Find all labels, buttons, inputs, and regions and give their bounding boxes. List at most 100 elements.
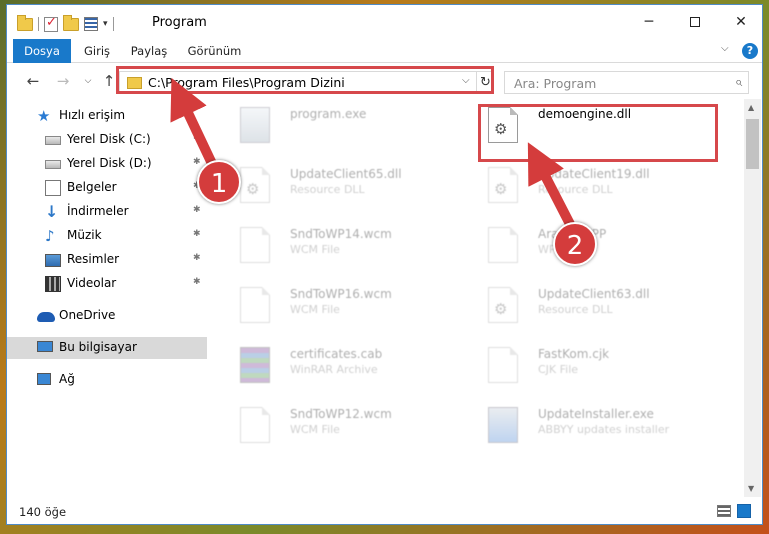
new-folder-icon[interactable] [63, 14, 79, 31]
scrollbar-thumb[interactable] [746, 119, 759, 169]
toolbar-divider [112, 17, 114, 31]
minimize-button[interactable]: ─ [626, 5, 672, 39]
search-icon[interactable]: ⌕ [735, 75, 742, 90]
file-type: ABBYY updates installer [538, 423, 670, 436]
tab-home[interactable]: Giriş [75, 39, 119, 63]
sidebar-item-network[interactable]: Ağ [7, 369, 207, 391]
drive-icon [45, 160, 61, 169]
file-name: UpdateClient65.dll [290, 167, 402, 181]
address-bar-highlight [116, 66, 494, 94]
sidebar-item-pictures[interactable]: Resimler ✱ [7, 249, 207, 271]
file-name: UpdateClient19.dll [538, 167, 650, 181]
file-highlight [478, 104, 718, 162]
sidebar-item-label: Bu bilgisayar [59, 340, 137, 354]
dll-gear-icon: ⚙ [488, 287, 518, 323]
file-name: program.exe [290, 107, 367, 121]
file-item[interactable]: UpdateInstaller.exe ABBYY updates instal… [466, 399, 706, 455]
minimize-icon: ─ [644, 14, 654, 30]
file-type: WinRAR Archive [290, 363, 378, 376]
recent-locations-chevron-icon[interactable]: ⌵ [77, 70, 99, 92]
close-icon: ✕ [735, 14, 747, 30]
document-icon [488, 227, 518, 263]
file-item[interactable]: SndToWP16.wcm WCM File [218, 279, 458, 335]
file-item[interactable]: SndToWP12.wcm WCM File [218, 399, 458, 455]
ribbon-tabs: Dosya Giriş Paylaş Görünüm ⌵ ? [7, 39, 762, 63]
sidebar-item-quick-access[interactable]: ★ Hızlı erişim [7, 105, 207, 127]
file-item[interactable]: ⚙ UpdateClient63.dll Resource DLL [466, 279, 706, 335]
sidebar-item-local-disk-c[interactable]: Yerel Disk (C:) ✱ [7, 129, 207, 151]
sidebar-item-this-pc[interactable]: Bu bilgisayar [7, 337, 207, 359]
file-name: FastKom.cjk [538, 347, 610, 361]
sidebar-item-label: Belgeler [67, 180, 117, 194]
maximize-button[interactable] [672, 5, 718, 39]
document-icon [488, 347, 518, 383]
file-type: CJK File [538, 363, 579, 376]
properties-icon[interactable] [84, 17, 98, 31]
quick-access-toolbar: ▾ [17, 14, 114, 33]
close-button[interactable]: ✕ [718, 5, 762, 39]
file-item[interactable]: certificates.cab WinRAR Archive [218, 339, 458, 395]
gear-icon: ⚙ [246, 180, 260, 198]
sidebar-item-videos[interactable]: Videolar ✱ [7, 273, 207, 295]
sidebar-item-label: İndirmeler [67, 204, 129, 218]
sidebar-item-onedrive[interactable]: OneDrive [7, 305, 207, 327]
sidebar-item-label: Ağ [59, 372, 75, 386]
sidebar-item-label: Müzik [67, 228, 102, 242]
sidebar-item-label: Videolar [67, 276, 117, 290]
sidebar-item-downloads[interactable]: ↓ İndirmeler ✱ [7, 201, 207, 223]
sidebar-item-local-disk-d[interactable]: Yerel Disk (D:) ✱ [7, 153, 207, 175]
file-item[interactable]: ⚙ UpdateClient65.dll Resource DLL [218, 159, 458, 215]
pin-icon: ✱ [193, 277, 201, 287]
tab-share[interactable]: Paylaş [124, 39, 174, 63]
vertical-scrollbar[interactable]: ▲ ▼ [744, 99, 761, 497]
documents-icon [45, 180, 61, 196]
back-arrow-icon[interactable]: ← [22, 70, 44, 92]
pin-icon: ✱ [193, 253, 201, 263]
sidebar-item-label: OneDrive [59, 308, 116, 322]
customize-toolbar-chevron-icon[interactable]: ▾ [103, 19, 108, 29]
properties-check-icon[interactable] [44, 15, 58, 32]
drive-icon [45, 136, 61, 145]
forward-arrow-icon[interactable]: → [52, 70, 74, 92]
large-icons-view-icon[interactable] [737, 504, 751, 518]
scroll-down-arrow-icon[interactable]: ▼ [748, 484, 754, 493]
file-type: WCM File [290, 423, 340, 436]
file-item[interactable]: ⚙ UpdateClient19.dll Resource DLL [466, 159, 706, 215]
gear-icon: ⚙ [494, 300, 508, 318]
details-view-icon[interactable] [717, 505, 731, 517]
file-type: WCM File [290, 303, 340, 316]
pin-icon: ✱ [193, 229, 201, 239]
file-name: certificates.cab [290, 347, 383, 361]
sidebar-item-documents[interactable]: Belgeler ✱ [7, 177, 207, 199]
step-2-badge: 2 [553, 222, 597, 266]
expand-ribbon-chevron-icon[interactable]: ⌵ [721, 43, 729, 54]
videos-icon [45, 276, 61, 292]
file-type: Resource DLL [290, 183, 365, 196]
file-type: Resource DLL [538, 303, 613, 316]
file-type: WCM File [290, 243, 340, 256]
file-type: Resource DLL [538, 183, 613, 196]
scroll-up-arrow-icon[interactable]: ▲ [748, 103, 754, 112]
sidebar-item-music[interactable]: ♪ Müzik ✱ [7, 225, 207, 247]
sidebar-item-label: Yerel Disk (D:) [67, 156, 152, 170]
help-icon[interactable]: ? [742, 43, 758, 59]
exe-icon [240, 107, 270, 143]
tab-view[interactable]: Görünüm [182, 39, 247, 63]
pin-icon: ✱ [193, 157, 201, 167]
file-item[interactable]: program.exe [218, 99, 458, 155]
file-item[interactable]: SndToWP14.wcm WCM File [218, 219, 458, 275]
file-item[interactable]: FastKom.cjk CJK File [466, 339, 706, 395]
pictures-icon [45, 254, 61, 267]
search-input[interactable]: Ara: Program ⌕ [504, 71, 749, 94]
search-placeholder: Ara: Program [514, 76, 597, 91]
item-count: 140 öğe [19, 505, 67, 519]
tab-file[interactable]: Dosya [13, 39, 71, 63]
download-icon: ↓ [45, 202, 59, 221]
archive-icon [240, 347, 270, 383]
file-name: SndToWP16.wcm [290, 287, 392, 301]
music-icon: ♪ [45, 227, 55, 245]
sidebar-item-label: Resimler [67, 252, 120, 266]
title-bar: ▾ Program ─ ✕ [7, 5, 762, 39]
window-title: Program [152, 15, 207, 30]
document-icon [240, 287, 270, 323]
